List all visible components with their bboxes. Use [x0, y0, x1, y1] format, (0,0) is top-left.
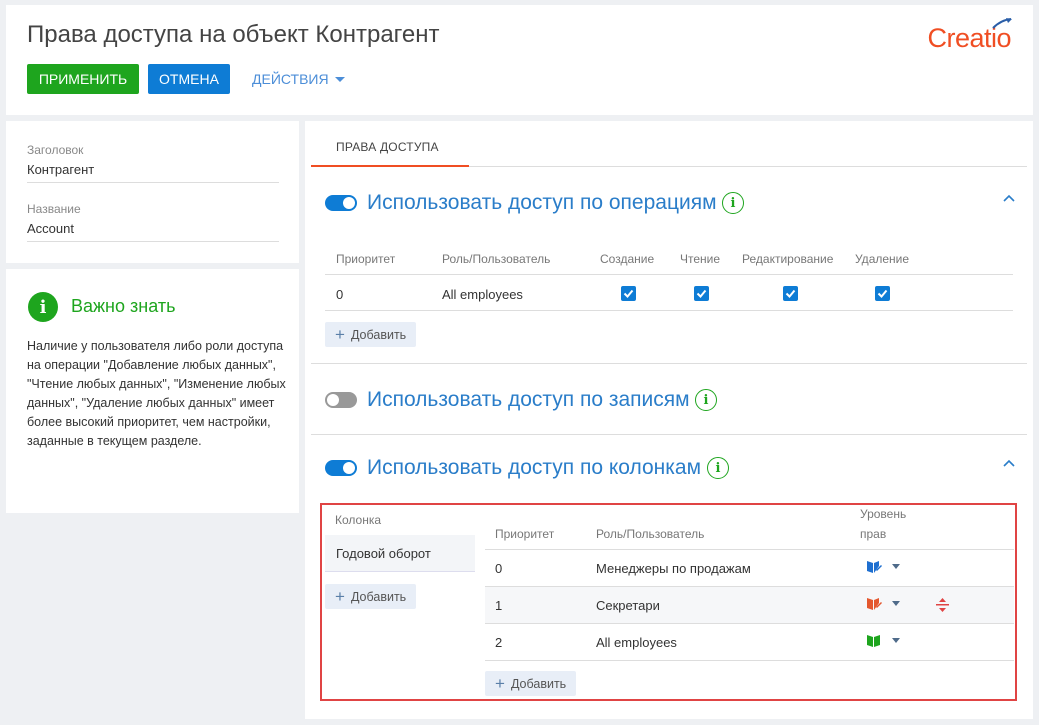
actions-label: ДЕЙСТВИЯ [252, 71, 329, 87]
header-delete: Удаление [855, 252, 910, 266]
page-header: Права доступа на объект Контрагент Creat… [6, 5, 1033, 115]
header-role: Роль/Пользователь [442, 252, 551, 266]
edit-checkbox[interactable] [783, 286, 798, 301]
info-text: Наличие у пользователя либо роли доступа… [27, 339, 286, 448]
info-card: i Важно знать Наличие у пользователя либ… [6, 269, 299, 513]
read-checkbox[interactable] [694, 286, 709, 301]
info-icon[interactable]: i [722, 192, 744, 214]
records-toggle[interactable] [325, 392, 357, 408]
page-title: Права доступа на объект Контрагент [27, 21, 440, 48]
plus-icon: + [335, 325, 345, 344]
chevron-up-icon[interactable] [1003, 459, 1015, 467]
info-icon[interactable]: i [707, 457, 729, 479]
cancel-button[interactable]: ОТМЕНА [148, 64, 230, 94]
actions-dropdown[interactable]: ДЕЙСТВИЯ [252, 71, 345, 87]
records-title[interactable]: Использовать доступ по записям [367, 388, 690, 412]
add-operation-button[interactable]: + Добавить [325, 322, 417, 347]
divider [325, 310, 1013, 311]
name-value: Account [27, 221, 74, 236]
main-panel: ПРАВА ДОСТУПА Использовать доступ по опе… [305, 121, 1033, 719]
row-priority: 0 [336, 287, 344, 302]
delete-checkbox[interactable] [875, 286, 890, 301]
columns-title[interactable]: Использовать доступ по колонкам [367, 456, 701, 480]
divider [27, 241, 279, 242]
divider [325, 274, 1013, 275]
name-label: Название [27, 202, 81, 216]
columns-toggle[interactable] [325, 460, 357, 476]
info-icon[interactable]: i [695, 389, 717, 411]
caption-value: Контрагент [27, 162, 95, 177]
section-divider [311, 434, 1027, 435]
header-read: Чтение [680, 252, 721, 266]
operations-title[interactable]: Использовать доступ по операциям [367, 191, 717, 215]
divider [27, 182, 279, 183]
tab-access-rights[interactable]: ПРАВА ДОСТУПА [311, 140, 464, 165]
row-role[interactable]: All employees [442, 287, 523, 302]
section-divider [311, 363, 1027, 364]
chevron-up-icon[interactable] [1003, 194, 1015, 202]
tab-active-indicator [311, 165, 469, 167]
chevron-down-icon [334, 76, 345, 82]
header-priority: Приоритет [336, 252, 396, 266]
add-label: Добавить [350, 327, 407, 342]
header-create: Создание [600, 252, 655, 266]
info-title: Важно знать [71, 296, 176, 316]
highlight-frame [320, 503, 1017, 701]
info-icon: i [28, 292, 58, 322]
caption-label: Заголовок [27, 143, 84, 157]
logo-swoosh-icon [992, 18, 1012, 29]
object-fields-card: Заголовок Контрагент Название Account [6, 121, 299, 263]
header-edit: Редактирование [742, 252, 834, 266]
operations-toggle[interactable] [325, 195, 357, 211]
apply-button[interactable]: ПРИМЕНИТЬ [27, 64, 139, 94]
create-checkbox[interactable] [621, 286, 636, 301]
